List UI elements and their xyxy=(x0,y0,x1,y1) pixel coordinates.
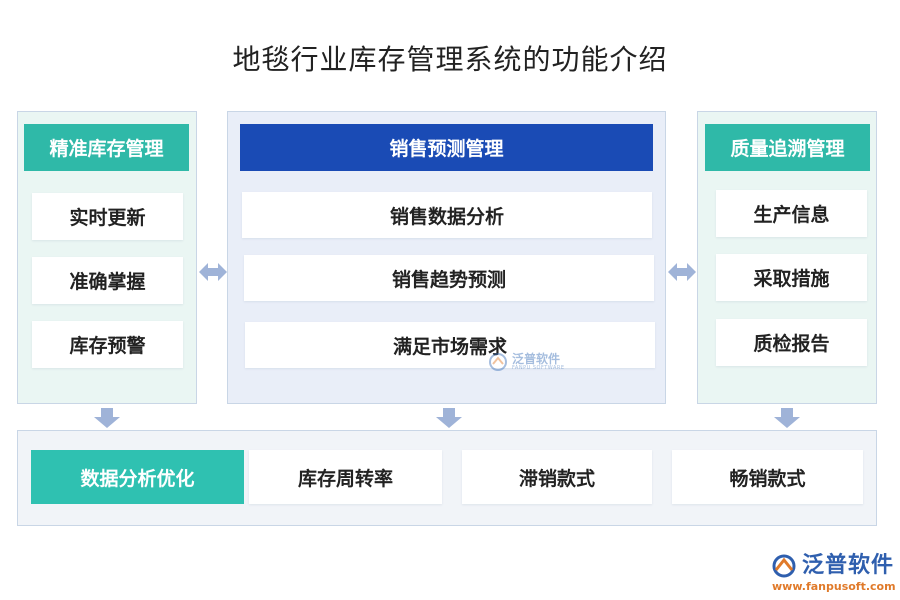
item-accurate-grasp: 准确掌握 xyxy=(32,257,183,304)
item-inventory-turnover: 库存周转率 xyxy=(249,450,442,504)
down-arrow-icon xyxy=(436,408,462,428)
fanpu-logo-icon xyxy=(772,554,796,578)
watermark-text: 泛普软件 xyxy=(512,352,561,366)
brand-logo-text: 泛普软件 xyxy=(802,553,895,578)
item-take-measures: 采取措施 xyxy=(716,254,867,301)
item-inspection-report: 质检报告 xyxy=(716,319,867,366)
page-title: 地毯行业库存管理系统的功能介绍 xyxy=(232,43,668,76)
header-quality-trace: 质量追溯管理 xyxy=(705,124,870,171)
double-arrow-icon xyxy=(668,263,696,281)
double-arrow-icon xyxy=(199,263,227,281)
item-best-selling-styles: 畅销款式 xyxy=(672,450,863,504)
item-production-info: 生产信息 xyxy=(716,190,867,237)
item-realtime-update: 实时更新 xyxy=(32,193,183,240)
fanpu-logo-icon xyxy=(489,353,507,371)
item-slow-moving-styles: 滞销款式 xyxy=(462,450,652,504)
watermark-subtext: FANPU SOFTWARE xyxy=(512,365,565,371)
watermark: 泛普软件 FANPU SOFTWARE xyxy=(488,352,565,372)
header-data-analysis: 数据分析优化 xyxy=(31,450,244,504)
brand-logo: 泛普软件 xyxy=(770,553,894,579)
item-sales-data-analysis: 销售数据分析 xyxy=(242,192,652,238)
item-sales-trend-forecast: 销售趋势预测 xyxy=(244,255,654,301)
item-inventory-warning: 库存预警 xyxy=(32,321,183,368)
item-meet-market-demand: 满足市场需求 xyxy=(245,322,655,368)
header-inventory-management: 精准库存管理 xyxy=(24,124,189,171)
down-arrow-icon xyxy=(94,408,120,428)
header-sales-forecast: 销售预测管理 xyxy=(240,124,653,171)
down-arrow-icon xyxy=(774,408,800,428)
brand-url: www.fanpusoft.com xyxy=(772,580,896,593)
